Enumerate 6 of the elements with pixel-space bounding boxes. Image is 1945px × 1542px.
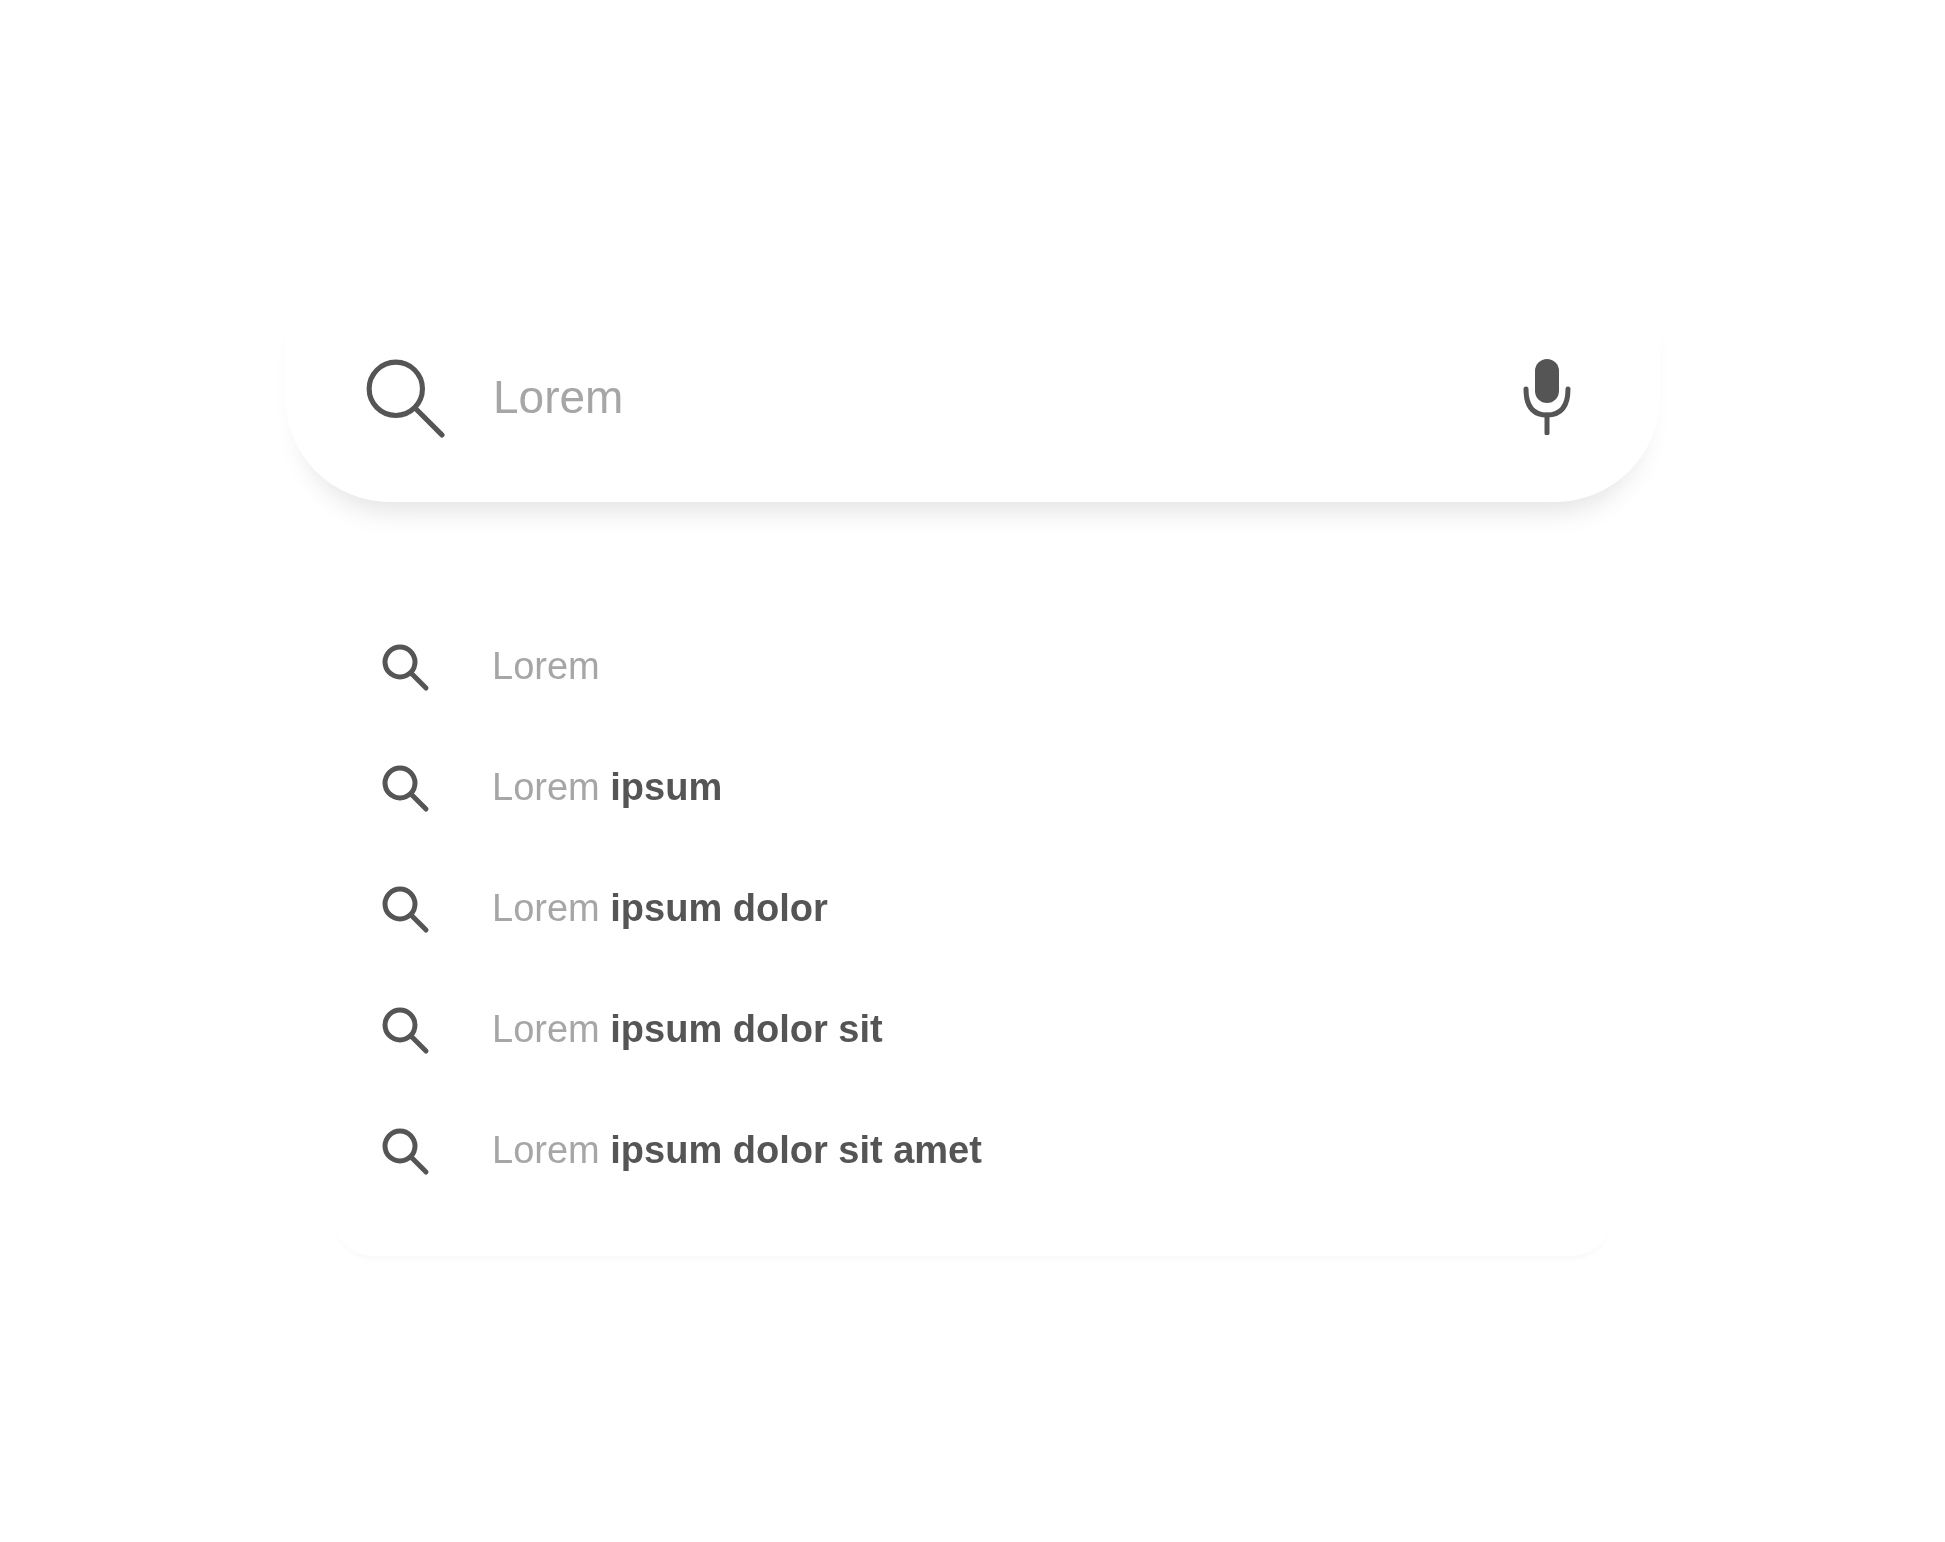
suggestion-item[interactable]: Lorem ipsum dolor sit bbox=[492, 1008, 883, 1051]
suggestion-item[interactable]: Lorem ipsum dolor sit amet bbox=[492, 1129, 982, 1172]
microphone-button[interactable] bbox=[1522, 359, 1572, 435]
suggestion-item[interactable]: Lorem ipsum dolor bbox=[492, 887, 828, 930]
search-field[interactable]: Lorem bbox=[491, 369, 1522, 425]
suggestion-item[interactable]: Lorem ipsum bbox=[492, 766, 723, 809]
